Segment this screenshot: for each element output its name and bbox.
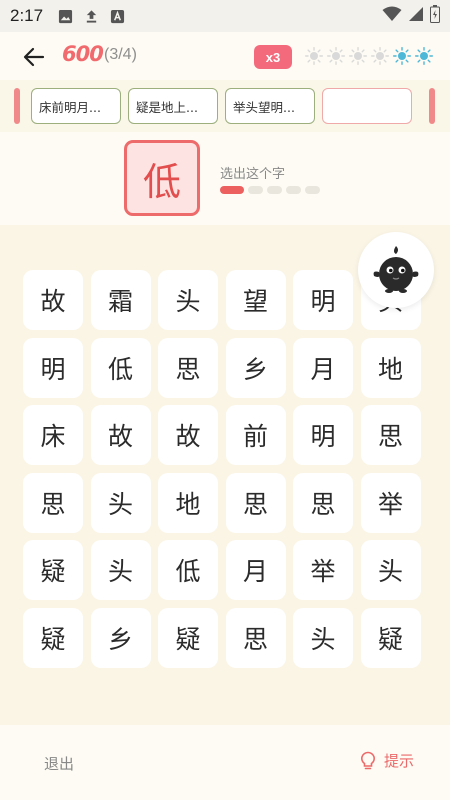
sun-rating [305,45,433,67]
char-cell[interactable]: 乡 [90,607,151,668]
step-dot [286,186,301,194]
sun-inactive-icon [327,45,345,67]
char-cell[interactable]: 地 [360,337,421,398]
sun-active-icon [393,45,411,67]
char-cell[interactable]: 疑 [360,607,421,668]
char-cell[interactable]: 头 [90,472,151,533]
char-cell[interactable]: 乡 [225,337,286,398]
char-cell[interactable]: 思 [293,472,353,533]
sun-inactive-icon [371,45,389,67]
char-cell[interactable]: 低 [90,337,151,398]
char-cell[interactable]: 头 [158,270,218,330]
bottom-bar: 退出 提示 [0,725,450,800]
target-character: 低 [124,140,200,216]
multiplier-badge: x3 [254,45,292,69]
instruction-text: 选出这个字 [220,167,286,182]
char-cell[interactable]: 地 [158,472,218,533]
char-cell[interactable]: 思 [23,472,83,533]
char-cell[interactable]: 疑 [23,540,83,600]
char-cell[interactable]: 望 [225,270,286,330]
char-cell[interactable]: 头 [360,540,421,600]
battery-icon [430,5,440,27]
sun-active-icon [415,45,433,67]
char-cell[interactable]: 思 [158,337,218,398]
char-cell[interactable]: 故 [158,405,218,465]
char-cell[interactable]: 举 [360,472,421,533]
status-bar: 2:17 [0,0,450,32]
step-dot [248,186,263,194]
sun-inactive-icon [305,45,323,67]
char-cell[interactable]: 故 [90,405,151,465]
verse-card-empty[interactable] [322,88,412,124]
char-cell[interactable]: 举 [293,540,353,600]
sun-inactive-icon [349,45,367,67]
upload-icon [83,8,99,24]
game-header: 600 (3/4) x3 [0,32,450,80]
verse-card[interactable]: 疑是地上... [128,88,218,124]
step-progress-dots [220,186,320,194]
step-dot [267,186,282,194]
char-cell[interactable]: 思 [225,607,286,668]
status-time: 2:17 [10,6,44,25]
step-dot [305,186,320,194]
strip-right-edge [429,88,435,124]
char-cell[interactable]: 疑 [23,607,83,668]
char-cell[interactable]: 低 [158,540,218,600]
char-cell[interactable]: 明 [293,270,353,330]
char-cell[interactable]: 明 [23,337,83,398]
char-cell[interactable]: 思 [225,472,286,533]
verse-strip: 床前明月... 疑是地上... 举头望明... [0,80,450,132]
strip-left-edge [14,88,20,124]
round-progress: (3/4) [104,46,137,63]
char-cell[interactable]: 疑 [158,607,218,668]
back-button[interactable] [18,42,50,72]
char-cell[interactable]: 月 [293,337,353,398]
app-a-icon [109,8,125,24]
char-cell[interactable]: 床 [23,405,83,465]
mascot-icon [373,246,419,293]
verse-card[interactable]: 举头望明... [225,88,315,124]
char-cell[interactable]: 明 [293,405,353,465]
step-dot-done [220,186,244,194]
char-cell[interactable]: 故 [23,270,83,330]
back-arrow-icon [23,47,45,67]
verse-card[interactable]: 床前明月... [31,88,121,124]
score: 600 [62,42,104,66]
hint-label: 提示 [384,752,415,770]
char-cell[interactable]: 前 [225,405,286,465]
exit-button[interactable]: 退出 [44,753,74,774]
image-icon [57,8,73,24]
char-cell[interactable]: 思 [360,405,421,465]
char-cell[interactable]: 霜 [90,270,151,330]
char-cell[interactable]: 月 [225,540,286,600]
char-cell[interactable]: 头 [90,540,151,600]
signal-icon [408,6,424,26]
char-cell[interactable]: 头 [293,607,353,668]
mascot-avatar[interactable] [358,232,434,308]
hint-button[interactable]: 提示 [360,750,414,771]
wifi-icon [382,6,402,26]
lightbulb-icon [361,751,375,769]
